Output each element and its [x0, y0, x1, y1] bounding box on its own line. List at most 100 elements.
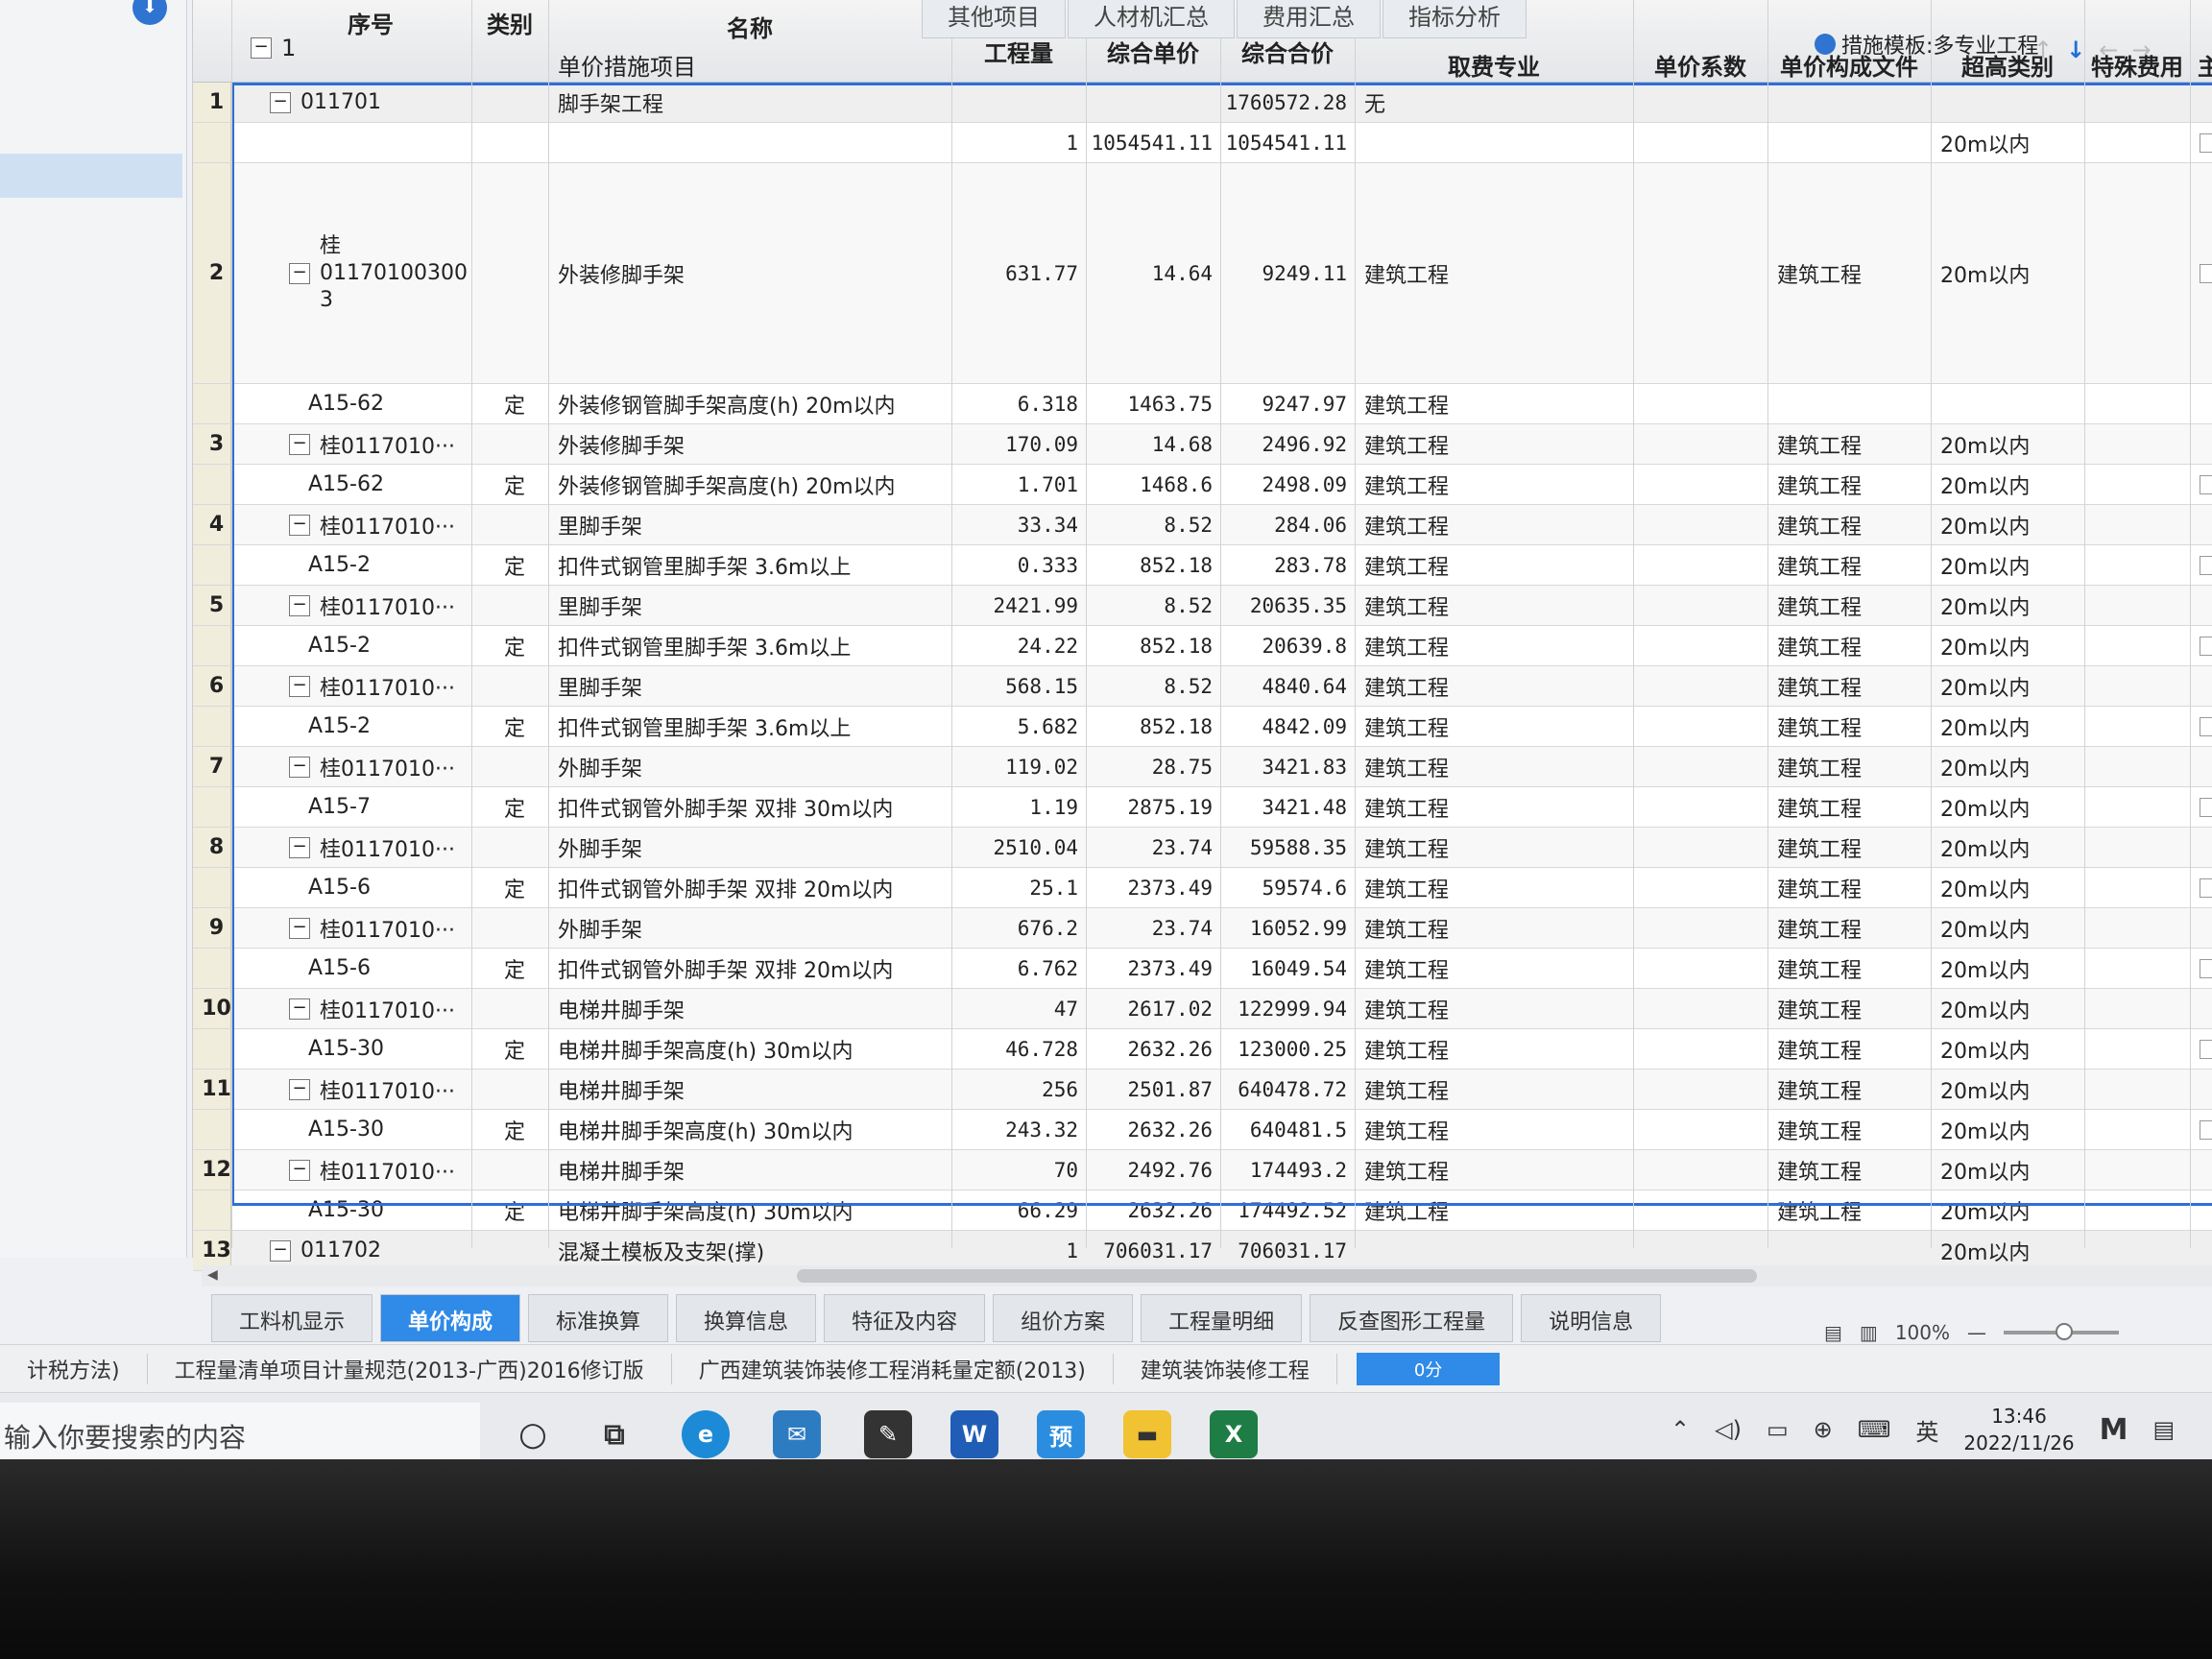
row-number[interactable]: 4	[193, 505, 231, 544]
file-explorer-icon[interactable]: ▬	[1123, 1410, 1171, 1458]
item-height-class[interactable]: 20m以内	[1931, 828, 2084, 867]
item-quantity[interactable]: 1	[951, 123, 1086, 162]
tab-standard-conversion[interactable]: 标准换算	[528, 1294, 669, 1342]
item-fee-specialty[interactable]	[1355, 1231, 1633, 1270]
collapse-icon[interactable]: −	[289, 917, 310, 939]
item-quantity[interactable]: 6.762	[951, 949, 1086, 988]
item-name[interactable]: 外装修脚手架	[548, 163, 951, 383]
item-fee-specialty[interactable]: 建筑工程	[1355, 424, 1633, 464]
special-fee-checkbox[interactable]	[2200, 717, 2212, 736]
tab-fee-summary[interactable]: 费用汇总	[1237, 0, 1381, 38]
item-fee-specialty[interactable]: 建筑工程	[1355, 626, 1633, 665]
item-price-file[interactable]: 建筑工程	[1767, 1029, 1931, 1069]
item-name[interactable]: 电梯井脚手架高度(h) 30m以内	[548, 1190, 951, 1230]
sub-item-row[interactable]: A15-2 定 扣件式钢管里脚手架 3.6m以上 5.682 852.18 4842.09…	[193, 707, 2212, 747]
item-height-class[interactable]: 20m以内	[1931, 949, 2084, 988]
item-code[interactable]: A15-30	[231, 1110, 510, 1149]
zoom-slider[interactable]	[2004, 1323, 2119, 1340]
item-quantity[interactable]: 33.34	[951, 505, 1086, 544]
item-price-file[interactable]: 建筑工程	[1767, 787, 1931, 827]
item-fee-specialty[interactable]: 建筑工程	[1355, 787, 1633, 827]
item-code[interactable]: − 桂0117010···	[231, 828, 510, 867]
item-code[interactable]: −011702	[231, 1231, 510, 1270]
sub-item-row[interactable]: A15-6 定 扣件式钢管外脚手架 双排 20m以内 6.762 2373.49 1604…	[193, 949, 2212, 989]
item-fee-specialty[interactable]: 建筑工程	[1355, 384, 1633, 423]
item-fee-specialty[interactable]: 建筑工程	[1355, 163, 1633, 383]
move-right-icon[interactable]: →	[2131, 36, 2151, 63]
item-name[interactable]: 扣件式钢管外脚手架 双排 30m以内	[548, 787, 951, 827]
item-name[interactable]	[548, 123, 951, 162]
collapse-icon[interactable]: −	[289, 594, 310, 616]
row-number[interactable]	[193, 384, 231, 423]
tab-labor-material-summary[interactable]: 人材机汇总	[1068, 0, 1235, 38]
tab-other-items[interactable]: 其他项目	[922, 0, 1066, 38]
table-row[interactable]: 2− 桂 01170100300 3 外装修脚手架 631.77 14.64 9249.1…	[193, 163, 2212, 384]
item-price-file[interactable]: 建筑工程	[1767, 163, 1931, 383]
item-quantity[interactable]: 47	[951, 989, 1086, 1028]
table-row[interactable]: 6− 桂0117010··· 里脚手架 568.15 8.52 4840.64 建筑工程 建筑…	[193, 666, 2212, 707]
task-view-icon[interactable]: ⧉	[590, 1410, 638, 1458]
item-fee-specialty[interactable]: 建筑工程	[1355, 586, 1633, 625]
item-price-file[interactable]: 建筑工程	[1767, 465, 1931, 504]
zoom-slider-knob[interactable]	[2056, 1323, 2073, 1340]
item-fee-specialty[interactable]: 建筑工程	[1355, 1070, 1633, 1109]
item-quantity[interactable]: 2510.04	[951, 828, 1086, 867]
item-price-file[interactable]: 建筑工程	[1767, 949, 1931, 988]
item-height-class[interactable]	[1931, 384, 2084, 423]
item-name[interactable]: 外装修脚手架	[548, 424, 951, 464]
table-row[interactable]: 8− 桂0117010··· 外脚手架 2510.04 23.74 59588.35 建筑工…	[193, 828, 2212, 868]
word-icon[interactable]: W	[950, 1410, 998, 1458]
item-code[interactable]: A15-30	[231, 1190, 510, 1230]
item-price-file[interactable]: 建筑工程	[1767, 424, 1931, 464]
item-name[interactable]: 电梯井脚手架	[548, 1070, 951, 1109]
header-fee-specialty[interactable]: 取费专业	[1355, 48, 1633, 82]
table-row[interactable]: 7− 桂0117010··· 外脚手架 119.02 28.75 3421.83 建筑工程建…	[193, 747, 2212, 787]
item-code[interactable]: − 桂 01170100300 3	[231, 163, 510, 383]
item-fee-specialty[interactable]: 建筑工程	[1355, 1150, 1633, 1190]
collapse-icon[interactable]: −	[251, 37, 272, 59]
sub-item-row[interactable]: A15-7 定 扣件式钢管外脚手架 双排 30m以内 1.19 2875.19 3421.…	[193, 787, 2212, 828]
collapse-icon[interactable]: −	[289, 1159, 310, 1181]
item-price-file[interactable]	[1767, 123, 1931, 162]
item-price-file[interactable]: 建筑工程	[1767, 1070, 1931, 1109]
item-price-file[interactable]: 建筑工程	[1767, 828, 1931, 867]
special-fee-checkbox[interactable]	[2200, 556, 2212, 575]
item-code[interactable]: A15-30	[231, 1029, 510, 1069]
item-fee-specialty[interactable]: 建筑工程	[1355, 505, 1633, 544]
item-quantity[interactable]: 170.09	[951, 424, 1086, 464]
item-name[interactable]: 扣件式钢管外脚手架 双排 20m以内	[548, 949, 951, 988]
row-number[interactable]	[193, 465, 231, 504]
header-name[interactable]: 名称	[548, 10, 951, 43]
collapse-icon[interactable]: −	[270, 1239, 291, 1262]
table-row[interactable]: 12− 桂0117010··· 电梯井脚手架 70 2492.76 174493.2 建筑工…	[193, 1150, 2212, 1190]
item-name[interactable]: 扣件式钢管里脚手架 3.6m以上	[548, 545, 951, 585]
item-code[interactable]: − 桂0117010···	[231, 989, 510, 1028]
row-number[interactable]: 3	[193, 424, 231, 464]
item-code[interactable]: − 桂0117010···	[231, 1150, 510, 1190]
ime-indicator[interactable]: 英	[1915, 1413, 1938, 1447]
tab-material-display[interactable]: 工料机显示	[211, 1294, 373, 1342]
item-height-class[interactable]: 20m以内	[1931, 1231, 2084, 1270]
item-name[interactable]: 电梯井脚手架高度(h) 30m以内	[548, 1110, 951, 1149]
row-number[interactable]: 12	[193, 1150, 231, 1190]
sub-item-row[interactable]: A15-2 定 扣件式钢管里脚手架 3.6m以上 0.333 852.18 283.78 建…	[193, 545, 2212, 586]
tab-reverse-graphic-quantity[interactable]: 反查图形工程量	[1310, 1294, 1514, 1342]
item-price-file[interactable]	[1767, 1231, 1931, 1270]
item-name[interactable]: 扣件式钢管里脚手架 3.6m以上	[548, 707, 951, 746]
row-number[interactable]: 6	[193, 666, 231, 706]
tab-unit-price-composition[interactable]: 单价构成	[380, 1294, 521, 1342]
measure-template-selector[interactable]: 措施模板:多专业工程	[1815, 29, 2038, 60]
item-code[interactable]: A15-2	[231, 545, 510, 585]
item-quantity[interactable]: 243.32	[951, 1110, 1086, 1149]
item-height-class[interactable]: 20m以内	[1931, 868, 2084, 907]
item-price-file[interactable]: 建筑工程	[1767, 666, 1931, 706]
item-name[interactable]: 电梯井脚手架	[548, 1150, 951, 1190]
left-panel-selected-item[interactable]	[0, 154, 182, 198]
item-height-class[interactable]: 20m以内	[1931, 163, 2084, 383]
item-quantity[interactable]: 676.2	[951, 908, 1086, 948]
collapse-icon[interactable]: −	[270, 91, 291, 113]
move-up-icon[interactable]: ↑	[2033, 36, 2053, 63]
item-quantity[interactable]: 24.22	[951, 626, 1086, 665]
header-price-coef[interactable]: 单价系数	[1633, 48, 1767, 82]
item-height-class[interactable]: 20m以内	[1931, 989, 2084, 1028]
